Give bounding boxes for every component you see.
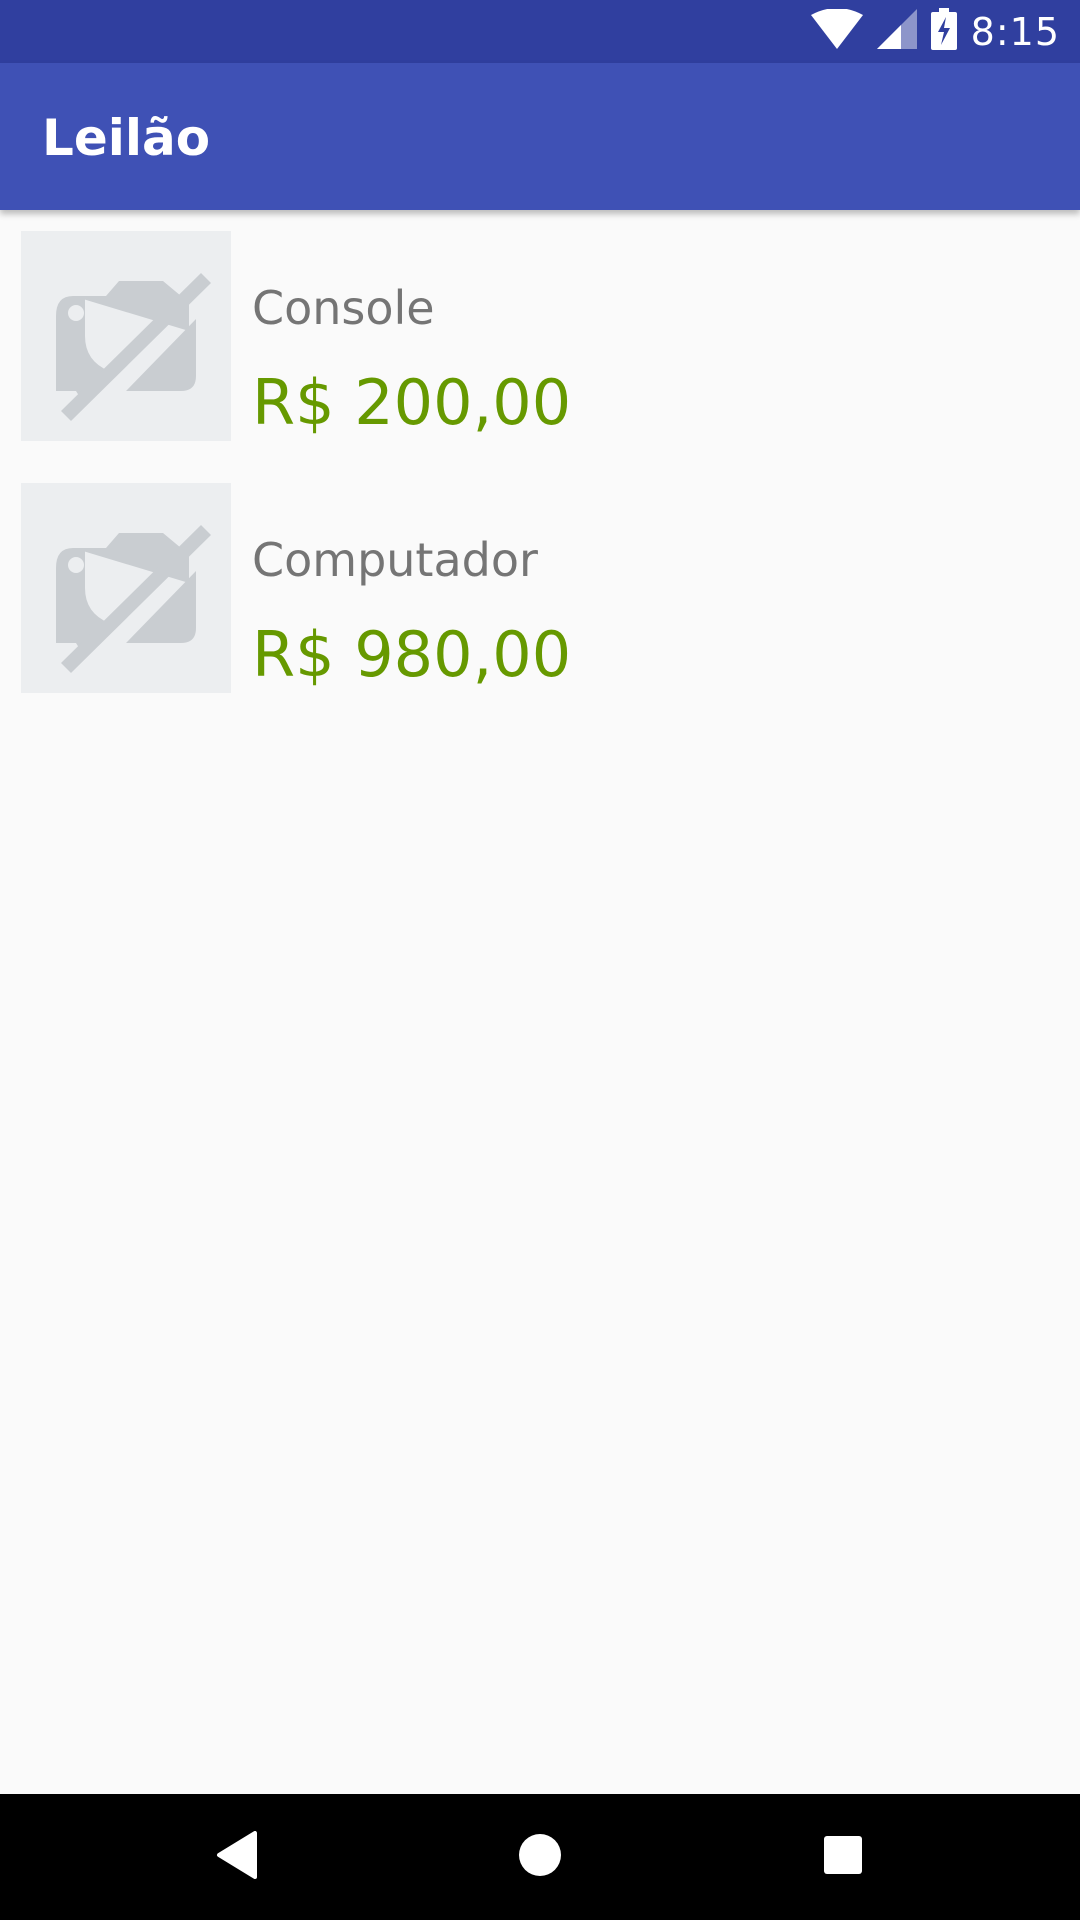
auction-price: R$ 980,00	[252, 618, 572, 691]
back-button[interactable]	[174, 1794, 300, 1920]
auction-list-item[interactable]: Console R$ 200,00	[0, 231, 1080, 461]
home-button[interactable]	[477, 1794, 603, 1920]
status-bar: 8:15	[0, 0, 1080, 63]
home-icon	[518, 1833, 562, 1882]
wifi-icon	[810, 8, 863, 54]
status-time: 8:15	[970, 9, 1060, 54]
recents-button[interactable]	[780, 1794, 906, 1920]
recents-icon	[823, 1835, 863, 1880]
auction-name: Console	[252, 281, 435, 335]
auction-thumbnail	[21, 483, 231, 693]
app-title: Leilão	[42, 109, 211, 167]
status-icons: 8:15	[810, 0, 1060, 63]
cell-signal-icon	[876, 9, 917, 54]
auction-price: R$ 200,00	[252, 366, 572, 439]
navigation-bar	[0, 1794, 1080, 1920]
app-bar: Leilão	[0, 63, 1080, 210]
auction-name: Computador	[252, 533, 538, 587]
auction-thumbnail	[21, 231, 231, 441]
back-icon	[215, 1830, 259, 1884]
auction-list-item[interactable]: Computador R$ 980,00	[0, 483, 1080, 713]
battery-charging-icon	[930, 8, 957, 55]
